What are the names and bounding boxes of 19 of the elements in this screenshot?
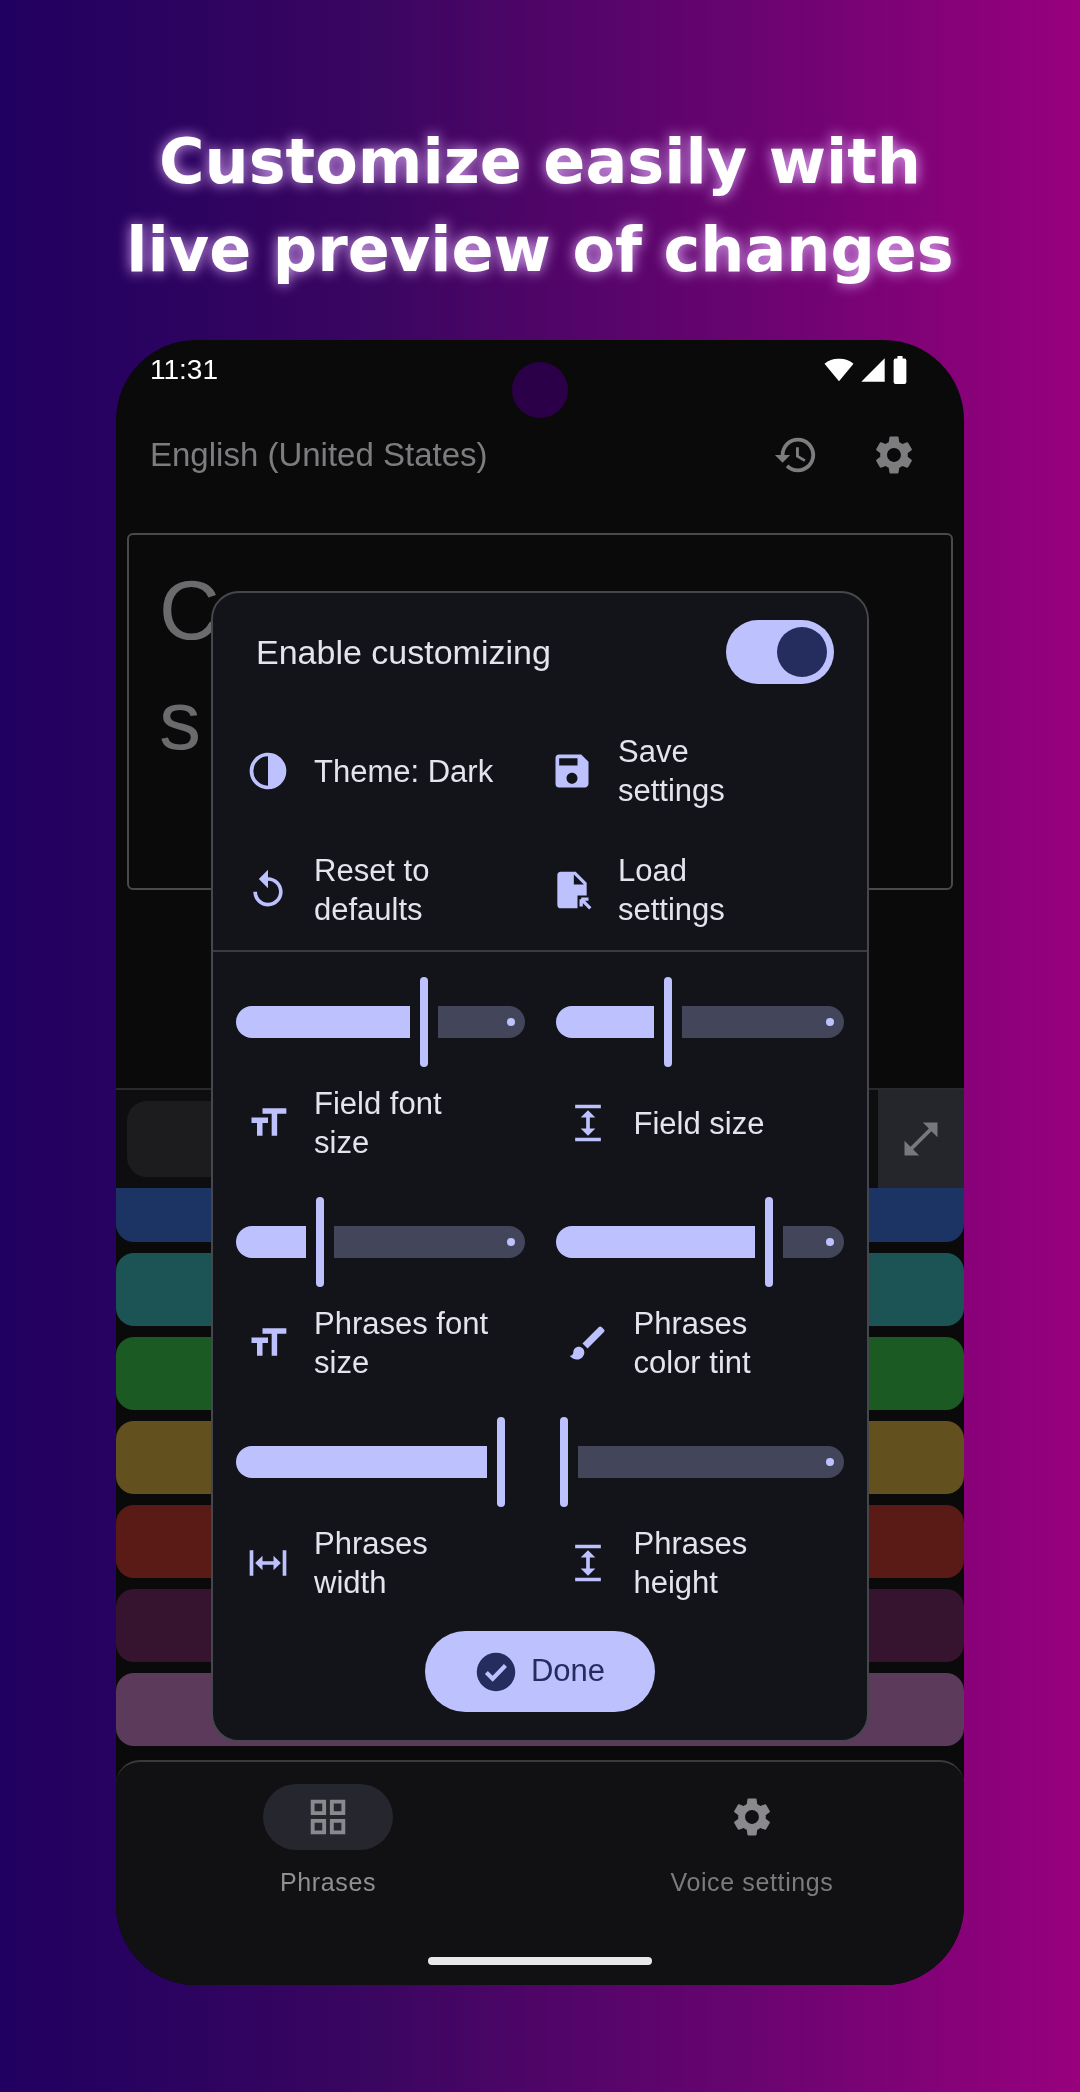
menu-item[interactable]: Theme: Dark [236, 726, 540, 816]
slider-label: Phrases color tint [633, 1305, 752, 1382]
language-title: English (United States) [150, 435, 489, 476]
slider-label: Phrases width [314, 1525, 429, 1602]
slider-label: Field size [633, 1104, 766, 1143]
slider-label: Phrases font size [314, 1305, 490, 1382]
toggle-label: Enable customizing [256, 631, 551, 673]
field-text: s [159, 673, 201, 767]
status-time: 11:31 [150, 353, 218, 387]
nav-tab[interactable]: Phrases [116, 1784, 540, 1902]
menu-item[interactable]: Save settings [540, 726, 844, 816]
field-text: C [159, 563, 220, 657]
done-button[interactable]: Done [424, 1631, 656, 1712]
menu-item[interactable]: Load settings [540, 845, 844, 935]
headline: Customize easily with live preview of changes [125, 124, 955, 288]
slider-label: Phrases height [633, 1525, 749, 1602]
slider-label: Field font size [314, 1085, 443, 1162]
menu-item[interactable]: Reset to defaults [236, 845, 540, 935]
nav-tab[interactable]: Voice settings [540, 1784, 964, 1902]
